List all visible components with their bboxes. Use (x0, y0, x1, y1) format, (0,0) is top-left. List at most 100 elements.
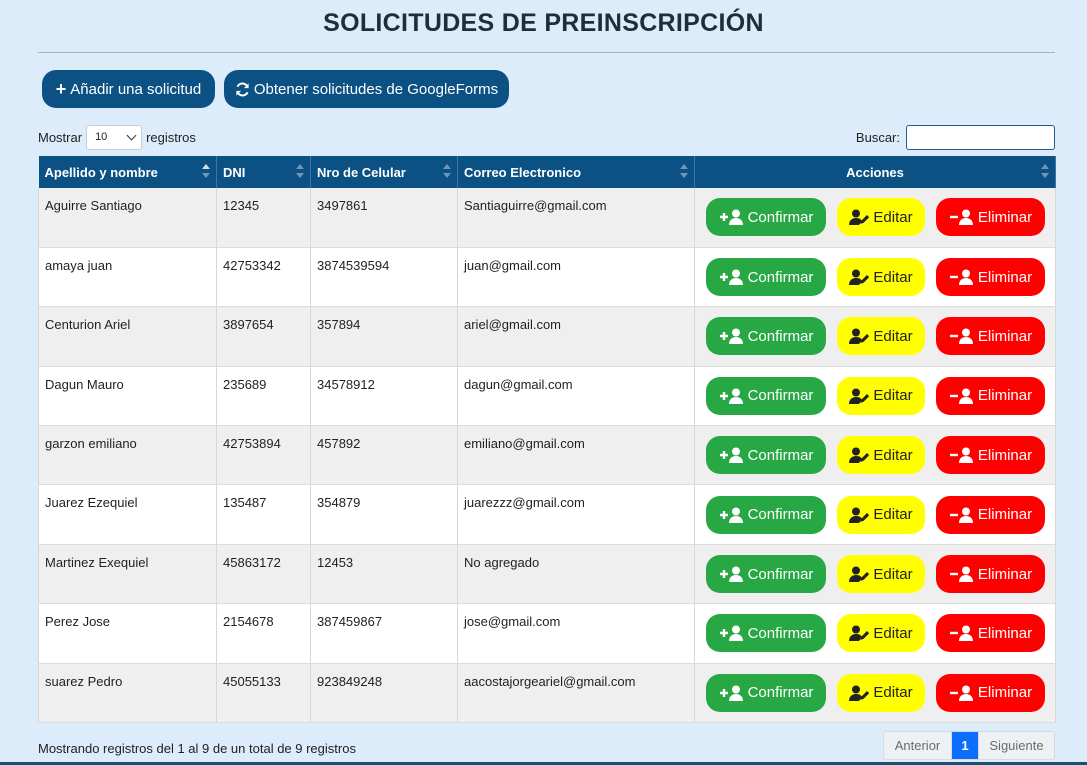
pagination: Anterior 1 Siguiente (883, 731, 1055, 760)
cell-name: Centurion Ariel (38, 306, 217, 367)
user-minus-icon (949, 388, 974, 404)
delete-button[interactable]: Eliminar (936, 198, 1045, 237)
user-minus-icon (949, 328, 974, 345)
confirm-button[interactable]: Confirmar (706, 495, 826, 534)
col-header-phone-label: Nro de Celular (317, 164, 406, 180)
search-input[interactable] (906, 125, 1055, 150)
confirm-button[interactable]: Confirmar (706, 614, 826, 653)
delete-button[interactable]: Eliminar (936, 673, 1045, 712)
sort-icon (680, 164, 688, 180)
title-divider (38, 52, 1055, 53)
delete-label: Eliminar (977, 268, 1033, 286)
edit-button[interactable]: Editar (837, 258, 925, 297)
edit-button[interactable]: Editar (837, 198, 925, 237)
edit-button[interactable]: Editar (837, 555, 925, 594)
user-plus-icon (719, 388, 744, 404)
confirm-button[interactable]: Confirmar (706, 317, 826, 356)
cell-dni: 235689 (216, 366, 311, 427)
cell-name: Aguirre Santiago (38, 188, 217, 248)
page: SOLICITUDES DE PREINSCRIPCIÓN + Añadir u… (0, 0, 1087, 765)
confirm-button[interactable]: Confirmar (706, 198, 826, 237)
cell-actions: Confirmar Editar Eliminar (694, 544, 1056, 605)
col-header-dni[interactable]: DNI (216, 156, 311, 188)
user-plus-icon (719, 625, 744, 642)
row-actions: Confirmar Editar Eliminar (695, 614, 1055, 653)
cell-phone: 387459867 (310, 603, 458, 664)
google-forms-button[interactable]: Obtener solicitudes de GoogleForms (224, 70, 509, 108)
confirm-button[interactable]: Confirmar (706, 555, 826, 594)
cell-name: Perez Jose (38, 603, 217, 664)
length-prefix: Mostrar (38, 129, 83, 145)
confirm-button[interactable]: Confirmar (706, 673, 826, 712)
user-pen-icon (849, 388, 870, 404)
delete-label: Eliminar (977, 506, 1033, 524)
edit-label: Editar (873, 268, 913, 286)
user-minus-icon (949, 209, 974, 226)
cell-dni: 12345 (216, 188, 311, 248)
cell-actions: Confirmar Editar Eliminar (694, 603, 1056, 664)
sort-icon (296, 164, 304, 180)
user-minus-icon (949, 447, 974, 464)
cell-email: No agregado (457, 544, 695, 605)
cell-name: amaya juan (38, 247, 217, 308)
pagination-prev-button[interactable]: Anterior (884, 732, 952, 759)
col-header-actions[interactable]: Acciones (694, 156, 1056, 188)
cell-actions: Confirmar Editar Eliminar (694, 366, 1056, 427)
delete-button[interactable]: Eliminar (936, 555, 1045, 594)
table-row: Dagun Mauro 235689 34578912 dagun@gmail.… (38, 366, 1056, 427)
edit-button[interactable]: Editar (837, 317, 925, 356)
col-header-name[interactable]: Apellido y nombre (38, 156, 217, 188)
sort-icon (1041, 164, 1049, 180)
edit-label: Editar (873, 208, 913, 226)
delete-button[interactable]: Eliminar (936, 317, 1045, 356)
edit-button[interactable]: Editar (837, 673, 925, 712)
table-info: Mostrando registros del 1 al 9 de un tot… (38, 741, 356, 756)
user-minus-icon (949, 507, 974, 523)
delete-button[interactable]: Eliminar (936, 436, 1045, 475)
cell-phone: 357894 (310, 306, 458, 367)
user-pen-icon (849, 328, 870, 345)
delete-button[interactable]: Eliminar (936, 495, 1045, 534)
edit-button[interactable]: Editar (837, 614, 925, 653)
table-row: Centurion Ariel 3897654 357894 ariel@gma… (38, 306, 1056, 367)
confirm-label: Confirmar (747, 565, 814, 583)
edit-button[interactable]: Editar (837, 376, 925, 415)
cell-actions: Confirmar Editar Eliminar (694, 425, 1056, 486)
cell-email: jose@gmail.com (457, 603, 695, 664)
cell-dni: 135487 (216, 484, 311, 545)
sort-icon (443, 164, 451, 180)
user-pen-icon (849, 209, 870, 226)
delete-button[interactable]: Eliminar (936, 376, 1045, 415)
entries-select[interactable]: 10 (86, 124, 143, 150)
confirm-button[interactable]: Confirmar (706, 376, 826, 415)
cell-name: Dagun Mauro (38, 366, 217, 427)
col-header-phone[interactable]: Nro de Celular (310, 156, 458, 188)
cell-dni: 45863172 (216, 544, 311, 605)
page-title: SOLICITUDES DE PREINSCRIPCIÓN (323, 9, 764, 37)
user-plus-icon (719, 685, 744, 701)
user-minus-icon (949, 625, 974, 642)
edit-button[interactable]: Editar (837, 495, 925, 534)
cell-phone: 34578912 (310, 366, 458, 427)
confirm-label: Confirmar (747, 624, 814, 642)
edit-button[interactable]: Editar (837, 436, 925, 475)
entries-select-value: 10 (95, 131, 108, 143)
user-plus-icon (719, 209, 744, 226)
col-header-email[interactable]: Correo Electronico (457, 156, 695, 188)
delete-label: Eliminar (977, 684, 1033, 702)
delete-button[interactable]: Eliminar (936, 614, 1045, 653)
cell-phone: 923849248 (310, 663, 458, 724)
pagination-next-button[interactable]: Siguiente (978, 732, 1054, 759)
user-plus-icon (719, 328, 744, 345)
table-row: suarez Pedro 45055133 923849248 aacostaj… (38, 663, 1056, 724)
edit-label: Editar (873, 446, 913, 464)
delete-button[interactable]: Eliminar (936, 258, 1045, 297)
pagination-page-button[interactable]: 1 (952, 732, 978, 759)
cell-dni: 42753342 (216, 247, 311, 308)
cell-phone: 12453 (310, 544, 458, 605)
cell-email: aacostajorgeariel@gmail.com (457, 663, 695, 724)
confirm-button[interactable]: Confirmar (706, 258, 826, 297)
sort-icon (202, 164, 210, 180)
confirm-button[interactable]: Confirmar (706, 436, 826, 475)
add-request-button[interactable]: + Añadir una solicitud (42, 70, 215, 108)
